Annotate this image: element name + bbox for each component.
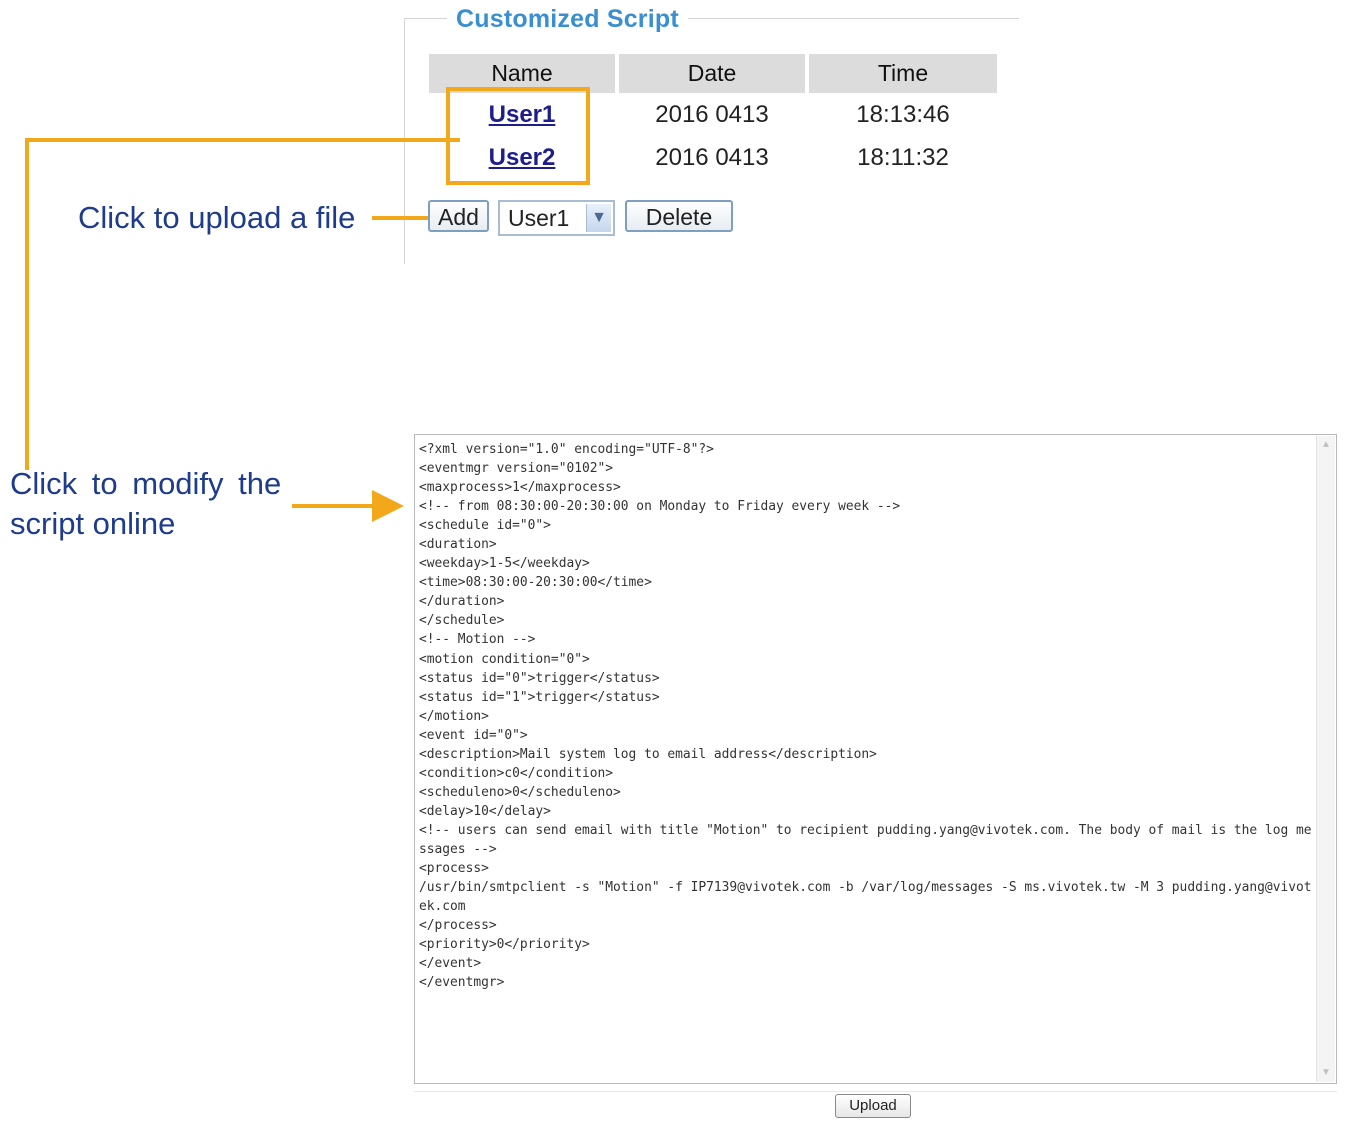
- callout-line: [25, 138, 29, 470]
- table-cell-time: 18:13:46: [856, 101, 950, 128]
- add-button[interactable]: Add: [428, 200, 489, 232]
- script-select[interactable]: User1 ▼: [498, 200, 615, 236]
- annotation-modify: Click to modify the script online: [10, 464, 281, 544]
- callout-line: [372, 216, 428, 220]
- highlight-box: [446, 87, 590, 185]
- annotation-modify-line2: script online: [10, 506, 176, 541]
- callout-line: [292, 504, 374, 508]
- table-cell-date: 2016 0413: [655, 101, 769, 128]
- column-header-time: Time: [809, 54, 997, 93]
- scrollbar[interactable]: ▲ ▼: [1316, 436, 1335, 1082]
- table-cell-time: 18:11:32: [857, 144, 949, 171]
- callout-line: [25, 138, 460, 142]
- script-select-value: User1: [508, 205, 570, 231]
- annotation-upload: Click to upload a file: [78, 200, 356, 235]
- script-editor[interactable]: <?xml version="1.0" encoding="UTF-8"?> <…: [414, 434, 1337, 1084]
- column-header-date: Date: [619, 54, 805, 93]
- annotation-modify-line1: Click to modify the: [10, 466, 282, 501]
- scroll-up-icon[interactable]: ▲: [1319, 438, 1333, 452]
- fieldset-legend: Customized Script: [447, 5, 688, 34]
- delete-button[interactable]: Delete: [625, 200, 733, 232]
- upload-button[interactable]: Upload: [835, 1094, 911, 1118]
- chevron-down-icon[interactable]: ▼: [586, 204, 611, 232]
- arrow-right-icon: [372, 490, 404, 522]
- table-cell-date: 2016 0413: [655, 144, 769, 171]
- script-editor-content[interactable]: <?xml version="1.0" encoding="UTF-8"?> <…: [419, 440, 1314, 992]
- editor-divider: [414, 1091, 1337, 1092]
- scroll-down-icon[interactable]: ▼: [1319, 1066, 1333, 1080]
